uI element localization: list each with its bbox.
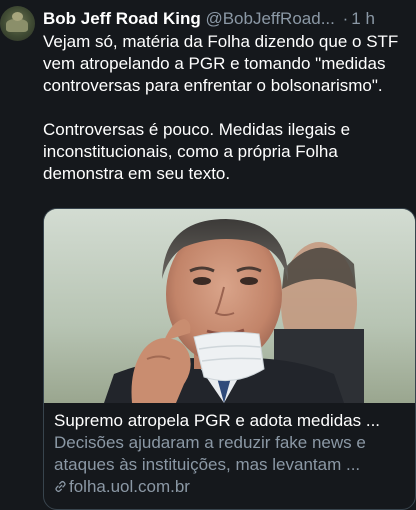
avatar[interactable] — [0, 6, 35, 41]
card-description: Decisões ajudaram a reduzir fake news e … — [54, 432, 409, 476]
separator-dot: · — [342, 9, 349, 28]
card-info: Supremo atropela PGR e adota medidas ...… — [54, 410, 409, 498]
card-description-line: ataques às instituições, mas levantam ..… — [54, 455, 361, 474]
tweet-paragraph: Controversas é pouco. Medidas ilegais e … — [43, 120, 351, 183]
card-domain[interactable]: folha.uol.com.br — [54, 476, 409, 498]
link-icon — [55, 480, 66, 493]
news-photo — [44, 209, 415, 403]
user-handle[interactable]: @BobJeffRoad... — [205, 9, 334, 28]
tweet-paragraph: Vejam só, matéria da Folha dizendo que o… — [43, 32, 399, 95]
tweet-header: Bob Jeff Road King @BobJeffRoad... · 1 h — [43, 8, 413, 30]
link-preview-card[interactable]: Supremo atropela PGR e adota medidas ...… — [43, 208, 416, 510]
card-domain-text: folha.uol.com.br — [69, 477, 190, 496]
timestamp[interactable]: 1 h — [351, 9, 375, 28]
avatar-head — [12, 12, 23, 21]
tweet-text: Vejam só, matéria da Folha dizendo que o… — [43, 31, 411, 185]
card-title[interactable]: Supremo atropela PGR e adota medidas ... — [54, 410, 409, 432]
card-description-line: Decisões ajudaram a reduzir fake news e — [54, 433, 366, 452]
tweet[interactable]: Bob Jeff Road King @BobJeffRoad... · 1 h … — [0, 0, 416, 510]
card-image[interactable] — [44, 209, 415, 403]
display-name[interactable]: Bob Jeff Road King — [43, 9, 201, 28]
